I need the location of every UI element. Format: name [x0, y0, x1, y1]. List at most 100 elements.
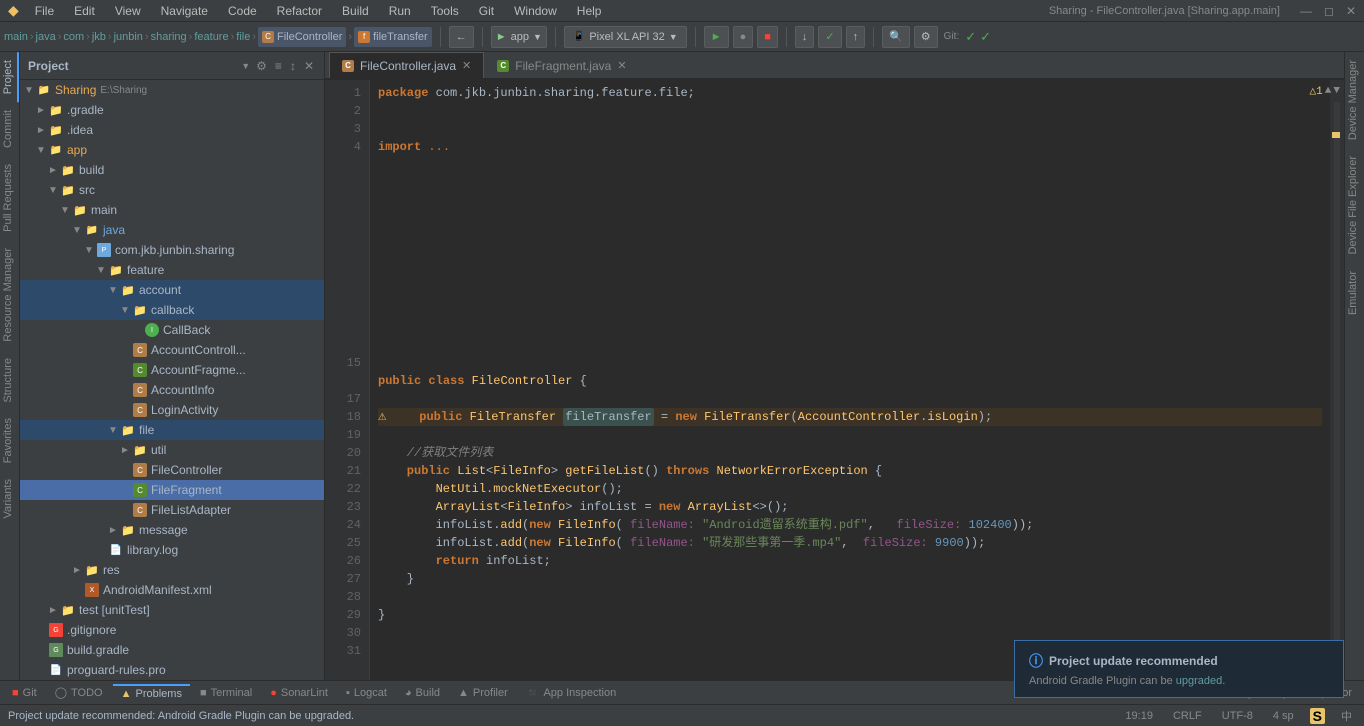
stripe-up[interactable]: ▲	[1325, 85, 1332, 97]
tree-label-sharing: Sharing	[55, 83, 96, 97]
stripe-down[interactable]: ▼	[1333, 85, 1340, 97]
tree-item-gitignore[interactable]: ► G .gitignore	[20, 620, 324, 640]
tree-item-app[interactable]: ▼ 📁 app	[20, 140, 324, 160]
left-tab-project[interactable]: Project	[0, 52, 19, 102]
tree-item-test[interactable]: ► 📁 test [unitTest]	[20, 600, 324, 620]
right-tab-device-manager[interactable]: Device Manager	[1345, 52, 1364, 148]
tree-item-account[interactable]: ▼ 📁 account	[20, 280, 324, 300]
tree-item-accountcontroller[interactable]: ► C AccountControll...	[20, 340, 324, 360]
left-tab-structure[interactable]: Structure	[0, 350, 19, 411]
menu-run[interactable]: Run	[385, 2, 415, 20]
tree-item-proguard[interactable]: ► 📄 proguard-rules.pro	[20, 660, 324, 680]
tree-item-file[interactable]: ▼ 📁 file	[20, 420, 324, 440]
git-update-btn[interactable]: ↓	[795, 26, 815, 48]
tree-item-build[interactable]: ► 📁 build	[20, 160, 324, 180]
menu-build[interactable]: Build	[338, 2, 373, 20]
status-chinese-icon[interactable]: 中	[1337, 708, 1356, 724]
tree-item-loginactivity[interactable]: ► C LoginActivity	[20, 400, 324, 420]
tab-close-filefragment[interactable]: ✕	[617, 59, 626, 72]
bottom-tab-todo[interactable]: ◯ TODO	[47, 684, 111, 701]
tree-item-buildgradle[interactable]: ► G build.gradle	[20, 640, 324, 660]
settings-btn[interactable]: ⚙	[914, 26, 938, 48]
tree-item-filefragment[interactable]: ► C FileFragment	[20, 480, 324, 500]
right-tab-device-file-explorer[interactable]: Device File Explorer	[1345, 148, 1364, 262]
breadcrumb-junbin[interactable]: junbin	[114, 31, 143, 43]
tree-item-callback-class[interactable]: ► I CallBack	[20, 320, 324, 340]
breadcrumb-feature[interactable]: feature	[194, 31, 228, 43]
tree-item-root[interactable]: ▼ 📁 Sharing E:\Sharing	[20, 80, 324, 100]
tab-filefragment[interactable]: C FileFragment.java ✕	[484, 52, 639, 78]
menu-code[interactable]: Code	[224, 2, 261, 20]
status-indent[interactable]: 4 sp	[1269, 710, 1298, 722]
panel-layout-btn[interactable]: ≡	[273, 57, 284, 75]
tree-item-feature[interactable]: ▼ 📁 feature	[20, 260, 324, 280]
tree-item-librarylog[interactable]: ► 📄 library.log	[20, 540, 324, 560]
search-everywhere-btn[interactable]: 🔍	[882, 26, 910, 48]
tree-item-gradle[interactable]: ► 📁 .gradle	[20, 100, 324, 120]
bottom-tab-terminal[interactable]: ■ Terminal	[192, 685, 260, 701]
run-button[interactable]: ►	[704, 26, 729, 48]
bottom-tab-build[interactable]: ◕ Build	[397, 685, 448, 701]
menu-file[interactable]: File	[31, 2, 58, 20]
tree-item-accountinfo[interactable]: ► C AccountInfo	[20, 380, 324, 400]
debug-button[interactable]: ●	[733, 26, 754, 48]
panel-sort-btn[interactable]: ↕	[288, 57, 298, 75]
bottom-tab-git[interactable]: ■ Git	[4, 685, 45, 701]
menu-git[interactable]: Git	[475, 2, 498, 20]
bottom-tab-profiler[interactable]: ▲ Profiler	[450, 685, 516, 701]
breadcrumb-main[interactable]: main	[4, 31, 28, 43]
left-tab-variants[interactable]: Variants	[0, 471, 19, 527]
device-selector[interactable]: 📱 Pixel XL API 32 ▼	[564, 26, 687, 48]
git-commit-btn[interactable]: ✓	[818, 26, 841, 48]
tree-item-package[interactable]: ▼ P com.jkb.junbin.sharing	[20, 240, 324, 260]
code-content[interactable]: package com.jkb.junbin.sharing.feature.f…	[370, 80, 1330, 680]
menu-view[interactable]: View	[111, 2, 145, 20]
bottom-tab-problems[interactable]: ▲ Problems	[113, 684, 190, 702]
menu-help[interactable]: Help	[573, 2, 606, 20]
left-tab-commit[interactable]: Commit	[0, 102, 19, 156]
left-tab-resource-manager[interactable]: Resource Manager	[0, 240, 19, 350]
tree-item-main[interactable]: ▼ 📁 main	[20, 200, 324, 220]
tree-item-idea[interactable]: ► 📁 .idea	[20, 120, 324, 140]
menu-window[interactable]: Window	[510, 2, 561, 20]
breadcrumb-com[interactable]: com	[63, 31, 84, 43]
bottom-tab-logcat[interactable]: ▪ Logcat	[338, 685, 395, 701]
tree-item-filelistadapter[interactable]: ► C FileListAdapter	[20, 500, 324, 520]
bottom-tab-app-inspection[interactable]: ◾ App Inspection	[518, 684, 624, 701]
tab-close-filecontroller[interactable]: ✕	[462, 59, 471, 72]
menu-refactor[interactable]: Refactor	[273, 2, 326, 20]
tree-item-res[interactable]: ► 📁 res	[20, 560, 324, 580]
status-crlf[interactable]: CRLF	[1169, 710, 1206, 722]
left-tab-pull-requests[interactable]: Pull Requests	[0, 156, 19, 240]
status-encoding[interactable]: UTF-8	[1218, 710, 1257, 722]
breadcrumb-file[interactable]: file	[236, 31, 250, 43]
panel-close-btn[interactable]: ✕	[302, 57, 316, 75]
menu-navigate[interactable]: Navigate	[157, 2, 212, 20]
menu-tools[interactable]: Tools	[427, 2, 463, 20]
tree-item-accountfragment[interactable]: ► C AccountFragme...	[20, 360, 324, 380]
breadcrumb-filecontroller[interactable]: C FileController	[258, 27, 346, 47]
tree-item-src[interactable]: ▼ 📁 src	[20, 180, 324, 200]
breadcrumb-jkb[interactable]: jkb	[92, 31, 106, 43]
tree-item-androidmanifest[interactable]: ► X AndroidManifest.xml	[20, 580, 324, 600]
tree-item-java[interactable]: ▼ 📁 java	[20, 220, 324, 240]
stop-button[interactable]: ■	[757, 26, 778, 48]
app-run-dropdown[interactable]: ► app ▼	[491, 26, 547, 48]
left-tab-favorites[interactable]: Favorites	[0, 410, 19, 471]
breadcrumb-java[interactable]: java	[36, 31, 56, 43]
status-position[interactable]: 19:19	[1121, 710, 1157, 722]
tree-item-util[interactable]: ► 📁 util	[20, 440, 324, 460]
tree-item-filecontroller[interactable]: ► C FileController	[20, 460, 324, 480]
git-push-btn[interactable]: ↑	[846, 26, 866, 48]
right-tab-emulator[interactable]: Emulator	[1345, 263, 1364, 323]
menu-edit[interactable]: Edit	[70, 2, 99, 20]
breadcrumb-sharing[interactable]: sharing	[151, 31, 187, 43]
navigate-back-btn[interactable]: ←	[449, 26, 474, 48]
tab-filecontroller[interactable]: C FileController.java ✕	[329, 52, 484, 78]
tree-item-callback[interactable]: ▼ 📁 callback	[20, 300, 324, 320]
bottom-tab-sonarlint[interactable]: ● SonarLint	[262, 685, 336, 701]
breadcrumb-filetransfer[interactable]: f fileTransfer	[354, 27, 432, 47]
panel-settings-btn[interactable]: ⚙	[254, 57, 269, 75]
tree-item-message[interactable]: ► 📁 message	[20, 520, 324, 540]
notification-link[interactable]: upgraded.	[1176, 675, 1226, 687]
